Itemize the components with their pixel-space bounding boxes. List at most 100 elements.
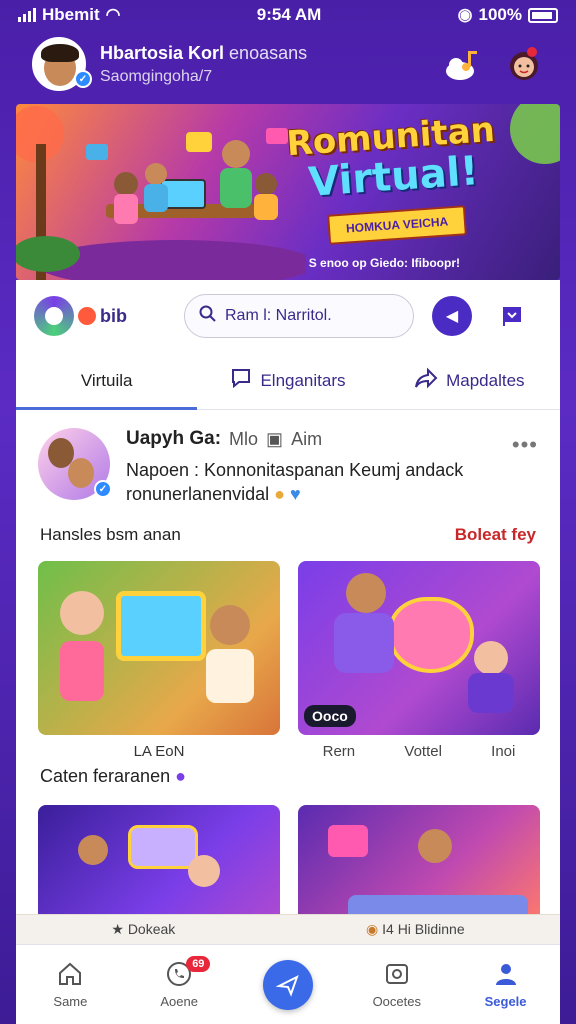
signal-icon [18, 8, 36, 22]
media-tile[interactable] [38, 804, 280, 925]
nav-label: Same [53, 994, 88, 1009]
tab-virtuila[interactable]: Virtuila [16, 352, 198, 410]
post-meta: Uapyh Ga: Mlo ▣ Aim Napoen : Konnonitasp… [126, 428, 538, 507]
profile-header: ✓ Hbartosia Korl enoasans Saomgingoha/7 [0, 32, 576, 96]
media-tile[interactable] [38, 560, 280, 735]
search-icon [199, 305, 217, 328]
kid-body-illustration [468, 672, 514, 713]
post-body: Napoen : Konnonitaspanan Keumj andack ro… [126, 458, 538, 507]
post-header: ✓ Uapyh Ga: Mlo ▣ Aim Napoen : Konnonita… [38, 428, 538, 507]
nav-item-center[interactable] [243, 959, 333, 1010]
section-header: Hansles bsm anan Boleat fey [16, 507, 560, 553]
girl-avatar-icon[interactable] [504, 44, 544, 84]
notification-badge: 69 [186, 956, 211, 972]
flag-button[interactable] [492, 296, 532, 336]
main-card: bib Ram l: Narritol. ◀ Virtuila Elnganit… [16, 280, 560, 944]
kid-illustration [346, 572, 386, 613]
kid-body-illustration [60, 640, 104, 701]
post-avatar[interactable]: ✓ [38, 428, 112, 500]
nav-label: Aoene [160, 994, 198, 1009]
screen-illustration [328, 824, 368, 857]
logo-text: bib [100, 305, 127, 326]
status-right: ◉ 100% [458, 5, 558, 25]
strip-left[interactable]: ★ Dokeak [111, 921, 175, 938]
logo-mark-icon [34, 296, 74, 336]
kid-illustration [418, 828, 452, 863]
tab-elnganitars[interactable]: Elnganitars [197, 352, 378, 409]
kid-body-illustration [206, 648, 254, 703]
verified-icon: ✓ [74, 70, 92, 88]
balloon-decoration [510, 104, 560, 164]
section-link[interactable]: Boleat fey [455, 525, 536, 545]
logo-dot-icon [78, 307, 96, 325]
media-tile[interactable]: Ooco [298, 560, 540, 735]
caption-row: LA EoN Rern Vottel Inoi [16, 735, 560, 760]
person-icon [492, 960, 520, 988]
nav-label: Segele [484, 994, 527, 1009]
emoji-icon: ● [274, 484, 285, 505]
post-author-row: Uapyh Ga: Mlo ▣ Aim [126, 428, 538, 450]
kid-body-illustration [334, 612, 394, 673]
alarm-icon: ◉ [457, 5, 473, 24]
heart-illustration [388, 596, 474, 673]
profile-subtitle: Saomgingoha/7 [100, 67, 213, 85]
battery-icon [527, 7, 558, 23]
photo-icon [383, 960, 411, 988]
send-icon: ◀ [445, 308, 459, 325]
info-strip: ★ Dokeak ◉ I4 Hi Blidinne [16, 914, 560, 944]
banner-title: Romunitan Virtual! [285, 110, 498, 206]
tab-label: Virtuila [80, 370, 133, 390]
status-bar: Hbemit ◠ 9:54 AM ◉ 100% [0, 0, 576, 30]
tile-caption-group: Rern Vottel Inoi [298, 743, 540, 760]
tablet-illustration [116, 590, 206, 661]
post-author[interactable]: Uapyh Ga: [126, 428, 221, 450]
send-button[interactable]: ◀ [432, 296, 472, 336]
profile-name-main: Hbartosia Korl [100, 42, 225, 63]
music-cloud-icon[interactable] [442, 44, 482, 84]
verified-icon: ✓ [94, 480, 112, 498]
tab-bar: Virtuila Elnganitars Mapdaltes [16, 352, 560, 410]
post-body-line2: ronunerlanenvidal [126, 484, 270, 505]
profile-text: Hbartosia Korl enoasans Saomgingoha/7 [100, 43, 307, 86]
tile-badge: Ooco [304, 704, 356, 727]
profile-name: Hbartosia Korl enoasans [100, 43, 307, 64]
tile-caption: Rern [322, 742, 356, 760]
clock: 9:54 AM [256, 5, 322, 24]
strip-right-label: I4 Hi Blidinne [382, 921, 465, 937]
bottom-nav: Same 69 Aoene Oocetes Segele [16, 944, 560, 1024]
media-grid-row2 [16, 797, 560, 925]
tab-mapdaltes[interactable]: Mapdaltes [379, 352, 560, 409]
battery-percent: 100% [478, 5, 522, 24]
nav-label: Oocetes [372, 994, 421, 1009]
nav-item-segele[interactable]: Segele [461, 960, 551, 1009]
kid-illustration [188, 854, 220, 887]
post-card: ✓ Uapyh Ga: Mlo ▣ Aim Napoen : Konnonita… [16, 410, 560, 507]
emoji-icon: ● [175, 765, 186, 786]
tab-label: Mapdaltes [446, 370, 525, 390]
kid-illustration [78, 834, 108, 865]
promo-banner[interactable]: Romunitan Virtual! HOMKUA VEICHA S enoo … [16, 104, 560, 280]
banner-caption: S enoo op Giedo: Ifiboopr! [308, 256, 460, 270]
media-tile[interactable] [298, 804, 540, 925]
strip-left-label: Dokeak [127, 921, 176, 937]
kid-illustration [210, 604, 250, 645]
more-options-icon[interactable]: ••• [512, 432, 538, 458]
doc-icon: ▣ [266, 428, 284, 449]
nav-item-aoene[interactable]: 69 Aoene [134, 956, 224, 1009]
kid-illustration [474, 640, 508, 675]
nav-item-same[interactable]: Same [25, 960, 115, 1009]
emoji-icon: ♥ [290, 484, 301, 505]
strip-right[interactable]: ◉ I4 Hi Blidinne [366, 921, 465, 938]
plane-icon [262, 959, 313, 1010]
search-placeholder: Ram l: Narritol. [225, 307, 332, 324]
post-meta2: Aim [291, 428, 323, 449]
post-meta1: Mlo [229, 428, 259, 449]
media-grid-row1: Ooco [16, 553, 560, 735]
nav-item-oocetes[interactable]: Oocetes [352, 960, 442, 1009]
kid-illustration [60, 590, 104, 635]
post-body-line1: Napoen : Konnonitaspanan Keumj andack [126, 460, 464, 480]
chat-icon [230, 367, 252, 394]
search-input[interactable]: Ram l: Narritol. [184, 294, 414, 338]
share-icon [414, 367, 438, 394]
app-logo[interactable]: bib [34, 296, 174, 336]
